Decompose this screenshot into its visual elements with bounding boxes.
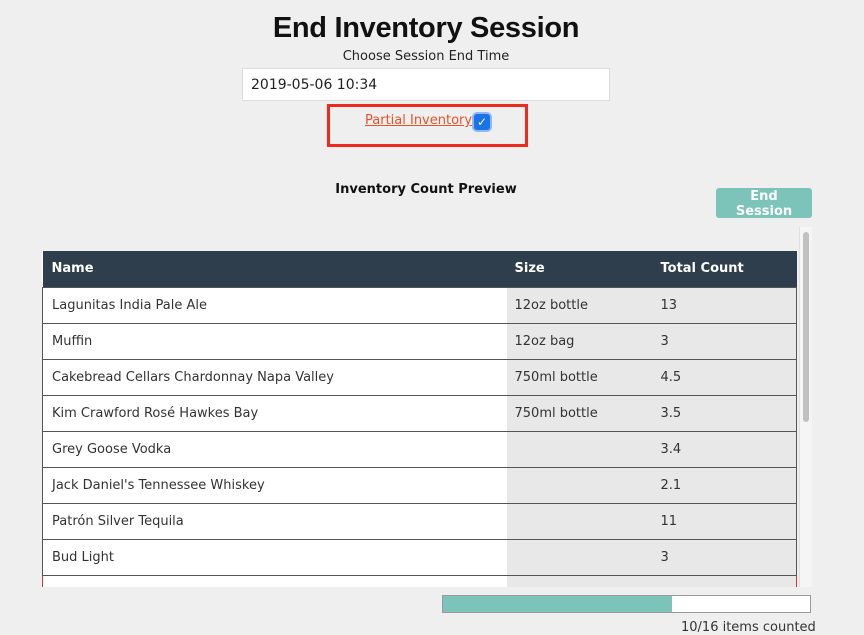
cell-size: 750ml bottle [506,358,654,395]
checkmark-icon: ✓ [476,115,488,129]
table-row: Patrón Silver Tequila 11 [42,502,797,539]
cell-name: Bud Light [42,538,507,575]
table-header-row: Name Size Total Count [42,251,797,287]
page-title: End Inventory Session [272,12,580,44]
table-row: Kim Crawford Rosé Hawkes Bay 750ml bottl… [42,394,797,431]
cell-name: Cakebread Cellars Chardonnay Napa Valley [42,358,507,395]
table-row: Bud Light 3 [42,538,797,575]
cell-size [506,466,654,503]
session-end-time-input[interactable] [242,68,610,101]
cell-name: Lagunitas India Pale Ale [42,286,507,323]
cell-total-count: 13 [653,286,797,323]
cell-total-count [653,574,797,587]
session-end-time-label: Choose Session End Time [342,49,510,64]
table-row: Jack Daniel's Tennessee Whiskey 2.1 [42,466,797,503]
cell-name: Kim Crawford Rosé Hawkes Bay [42,394,507,431]
column-header-size: Size [514,261,545,277]
cell-size [506,574,654,587]
cell-total-count: 2.1 [653,466,797,503]
cell-total-count: 3.4 [653,430,797,467]
table-row: Grey Goose Vodka 3.4 [42,430,797,467]
items-counted-progress-bar [442,595,811,613]
cell-name: Muffin [42,322,507,359]
column-header-total-count: Total Count [660,261,744,277]
partial-inventory-link[interactable]: Partial Inventory? [365,113,479,128]
cell-name: Grey Goose Vodka [42,430,507,467]
cell-size [506,538,654,575]
cell-name: Jack Daniel's Tennessee Whiskey [42,466,507,503]
end-session-button[interactable]: End Session [716,188,812,219]
partial-inventory-checkbox[interactable]: ✓ [474,114,490,130]
cell-total-count: 3 [653,322,797,359]
table-scrollbar[interactable] [799,227,812,587]
table-row: Cakebread Cellars Chardonnay Napa Valley… [42,358,797,395]
progress-fill [443,596,673,612]
scrollbar-thumb[interactable] [803,232,809,422]
table-row [42,574,797,587]
cell-total-count: 4.5 [653,358,797,395]
inventory-table: Name Size Total Count Lagunitas India Pa… [42,251,797,587]
table-row: Lagunitas India Pale Ale 12oz bottle 13 [42,286,797,323]
inventory-table-container: Name Size Total Count Lagunitas India Pa… [42,251,797,587]
cell-total-count: 3.5 [653,394,797,431]
cell-name [42,574,507,587]
cell-total-count: 3 [653,538,797,575]
cell-size [506,430,654,467]
cell-size: 12oz bottle [506,286,654,323]
cell-total-count: 11 [653,502,797,539]
column-header-name: Name [51,261,94,277]
cell-name: Patrón Silver Tequila [42,502,507,539]
cell-size: 750ml bottle [506,394,654,431]
cell-size: 12oz bag [506,322,654,359]
cell-size [506,502,654,539]
table-row: Muffin 12oz bag 3 [42,322,797,359]
